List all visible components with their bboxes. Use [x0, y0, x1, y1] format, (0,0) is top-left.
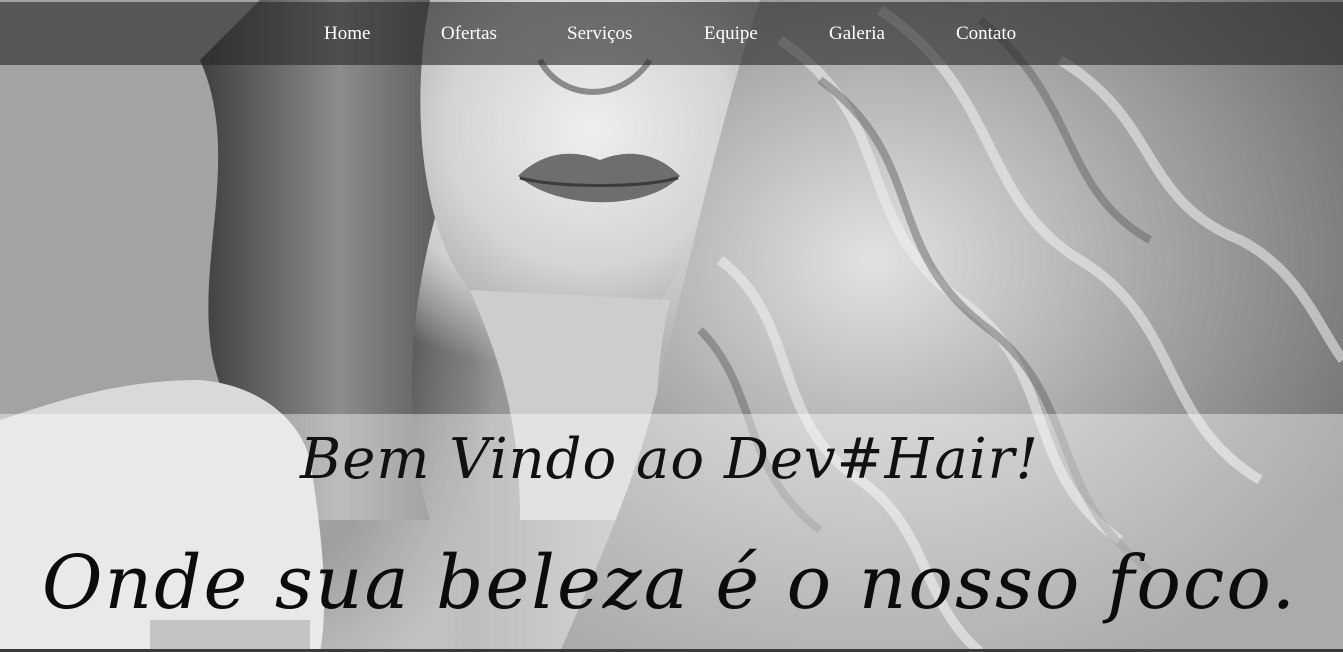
- nav-link-home[interactable]: Home: [324, 22, 370, 46]
- nav-link-galeria[interactable]: Galeria: [829, 22, 885, 46]
- nav-list: Home Ofertas Serviços Equipe Galeria Con…: [0, 2, 1343, 65]
- nav-link-equipe[interactable]: Equipe: [704, 22, 758, 46]
- nav-link-contato[interactable]: Contato: [956, 22, 1016, 46]
- hero-banner: Home Ofertas Serviços Equipe Galeria Con…: [0, 0, 1343, 652]
- nav-link-servicos[interactable]: Serviços: [567, 22, 632, 46]
- welcome-title: Bem Vindo ao Dev#Hair!: [300, 427, 1039, 492]
- welcome-tagline: Onde sua beleza é o nosso foco.: [41, 540, 1298, 626]
- top-navbar: Home Ofertas Serviços Equipe Galeria Con…: [0, 2, 1343, 65]
- nav-link-ofertas[interactable]: Ofertas: [441, 22, 497, 46]
